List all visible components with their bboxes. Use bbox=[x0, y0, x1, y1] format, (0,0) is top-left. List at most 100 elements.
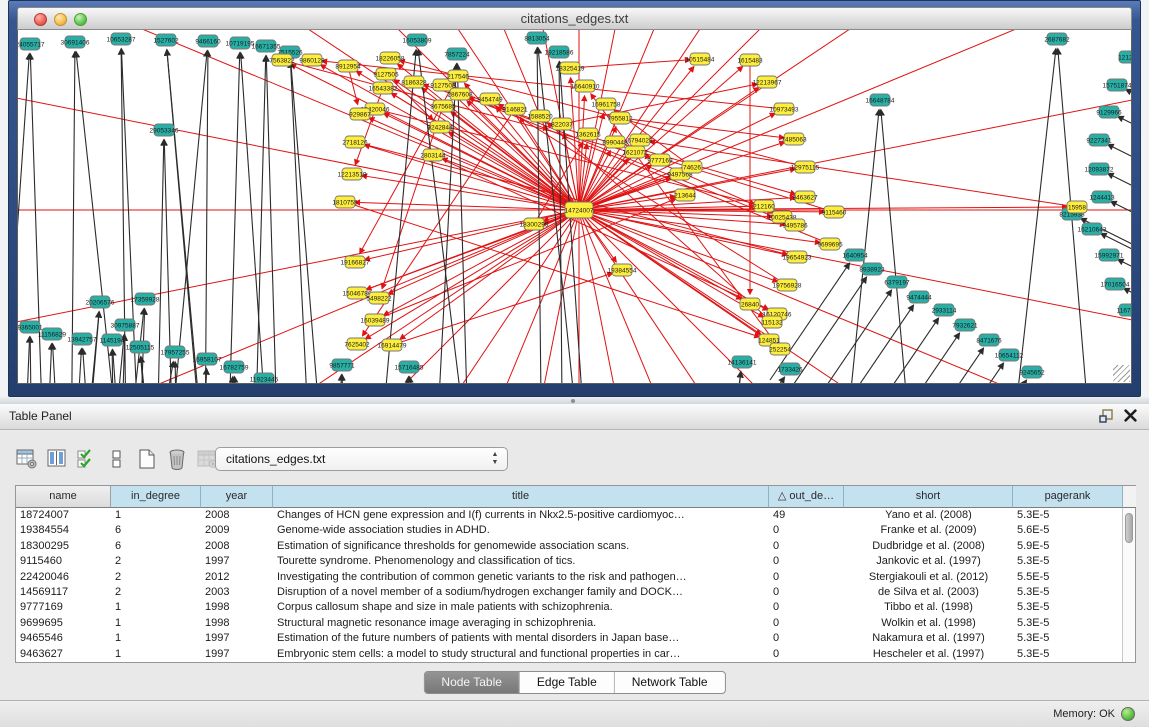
citation-edge[interactable] bbox=[579, 210, 1132, 384]
graph-node[interactable]: 15751874 bbox=[1103, 79, 1132, 91]
citation-edge[interactable] bbox=[579, 210, 1132, 384]
table-row[interactable]: 1938455462009Genome-wide association stu… bbox=[16, 523, 1122, 538]
graph-node[interactable]: 11923446 bbox=[250, 373, 279, 384]
graph-node[interactable]: 9857771 bbox=[329, 359, 355, 371]
reference-edge[interactable] bbox=[153, 51, 207, 384]
graph-node[interactable]: 9146821 bbox=[502, 103, 528, 115]
graph-node[interactable]: 8454749 bbox=[477, 93, 503, 105]
reference-edge[interactable] bbox=[457, 64, 477, 384]
graph-node[interactable]: 26840 bbox=[740, 298, 760, 310]
reference-edge[interactable] bbox=[75, 349, 81, 384]
reference-edge[interactable] bbox=[342, 375, 345, 384]
graph-node[interactable]: 213644 bbox=[674, 189, 696, 201]
reference-edge[interactable] bbox=[880, 333, 959, 384]
citation-edge[interactable] bbox=[579, 210, 1132, 384]
graph-node[interactable]: 19384554 bbox=[608, 264, 637, 276]
graph-node[interactable]: 10654112 bbox=[995, 349, 1024, 361]
citation-edge[interactable] bbox=[579, 210, 1132, 384]
graph-node[interactable]: 74626 bbox=[682, 161, 702, 173]
reference-edge[interactable] bbox=[235, 377, 245, 384]
graph-node[interactable]: 6794028 bbox=[627, 134, 653, 146]
graph-node[interactable]: 1167533 bbox=[1117, 304, 1132, 316]
graph-node[interactable]: 1810755 bbox=[332, 196, 358, 208]
reference-edge[interactable] bbox=[721, 372, 741, 384]
clear-selection-button[interactable] bbox=[104, 446, 129, 472]
citation-edge[interactable] bbox=[579, 210, 1132, 384]
reference-edge[interactable] bbox=[167, 50, 234, 384]
graph-node[interactable]: 10515484 bbox=[686, 53, 715, 65]
reference-edge[interactable] bbox=[155, 140, 164, 384]
graph-node[interactable]: 18226058 bbox=[376, 52, 405, 64]
graph-node[interactable]: 2687682 bbox=[1044, 33, 1070, 45]
reference-edge[interactable] bbox=[859, 318, 938, 384]
graph-node[interactable]: 7955812 bbox=[607, 112, 633, 124]
delete-trash-button[interactable] bbox=[164, 446, 189, 472]
reference-edge[interactable] bbox=[1111, 201, 1132, 252]
citation-edge[interactable] bbox=[579, 210, 772, 343]
graph-node[interactable]: 30691406 bbox=[61, 36, 90, 48]
graph-node[interactable]: 9115460 bbox=[822, 206, 847, 218]
graph-node[interactable]: 115132 bbox=[761, 316, 783, 328]
network-view-canvas[interactable]: 1472400724055717306914061065328715276029… bbox=[17, 30, 1132, 384]
graph-node[interactable]: 12213519 bbox=[338, 168, 367, 180]
citation-edge[interactable] bbox=[570, 60, 690, 68]
float-panel-button[interactable] bbox=[1097, 408, 1115, 426]
graph-node[interactable]: 822037 bbox=[551, 118, 573, 130]
reference-edge[interactable] bbox=[79, 312, 99, 384]
graph-node[interactable]: 13942757 bbox=[68, 333, 97, 345]
graph-node[interactable]: 17957255 bbox=[161, 346, 190, 358]
table-row[interactable]: 2242004622012Investigating the contribut… bbox=[16, 570, 1122, 585]
graph-node[interactable]: 30975887 bbox=[111, 319, 140, 331]
citation-network-graph[interactable]: 1472400724055717306914061065328715276029… bbox=[18, 30, 1132, 384]
reference-edge[interactable] bbox=[18, 54, 29, 384]
table-selector-combobox[interactable]: citations_edges.txt ▲▼ bbox=[215, 447, 508, 471]
graph-node[interactable]: 1145194 bbox=[100, 334, 125, 346]
reference-edge[interactable] bbox=[222, 53, 240, 384]
reference-edge[interactable] bbox=[167, 50, 228, 384]
graph-node[interactable]: 9466160 bbox=[195, 35, 221, 47]
graph-node[interactable]: 7932621 bbox=[952, 319, 978, 331]
reference-edge[interactable] bbox=[559, 62, 565, 384]
reference-edge[interactable] bbox=[812, 290, 891, 384]
graph-node[interactable]: 11156829 bbox=[38, 328, 66, 340]
graph-node[interactable]: 20206576 bbox=[86, 296, 115, 308]
graph-node[interactable]: 9227341 bbox=[1086, 134, 1112, 146]
column-header-short[interactable]: short bbox=[844, 486, 1013, 508]
table-row[interactable]: 1872400712008Changes of HCN gene express… bbox=[16, 508, 1122, 523]
citation-edge[interactable] bbox=[366, 210, 579, 339]
table-row[interactable]: 1830029562008Estimation of significance … bbox=[16, 539, 1122, 554]
graph-node[interactable]: 1733426 bbox=[777, 363, 803, 375]
graph-node[interactable]: 15958 bbox=[1067, 201, 1087, 213]
reference-edge[interactable] bbox=[904, 348, 983, 384]
graph-node[interactable]: 15716485 bbox=[395, 361, 424, 373]
graph-node[interactable]: 9777169 bbox=[647, 154, 673, 166]
graph-node[interactable]: 14136141 bbox=[728, 356, 757, 368]
graph-node[interactable]: 10719195 bbox=[226, 37, 255, 49]
select-rows-button[interactable] bbox=[74, 446, 99, 472]
close-panel-button[interactable] bbox=[1121, 408, 1139, 426]
graph-node[interactable]: 18300295 bbox=[520, 218, 549, 230]
column-header-year[interactable]: year bbox=[201, 486, 273, 508]
graph-node[interactable]: 7625402 bbox=[344, 338, 370, 350]
graph-node[interactable]: 2933114 bbox=[932, 304, 957, 316]
reference-edge[interactable] bbox=[203, 51, 208, 384]
reference-edge[interactable] bbox=[266, 56, 285, 384]
citation-edge[interactable] bbox=[369, 118, 579, 210]
new-document-button[interactable] bbox=[134, 446, 159, 472]
reference-edge[interactable] bbox=[1118, 116, 1132, 167]
reference-edge[interactable] bbox=[75, 312, 99, 384]
graph-node[interactable]: 929867 bbox=[349, 108, 371, 120]
graph-node[interactable]: 7563822 bbox=[269, 54, 295, 66]
graph-node[interactable]: 9474444 bbox=[906, 291, 932, 303]
graph-node[interactable]: 16648784 bbox=[866, 94, 895, 106]
graph-node[interactable]: 9860128 bbox=[299, 54, 325, 66]
graph-node[interactable]: 7485063 bbox=[781, 133, 807, 145]
tab-network-table[interactable]: Network Table bbox=[614, 672, 725, 693]
citation-edge[interactable] bbox=[579, 210, 763, 317]
graph-node[interactable]: 1640954 bbox=[842, 249, 868, 261]
graph-node[interactable]: 14724007 bbox=[565, 202, 594, 218]
graph-node[interactable]: 16640910 bbox=[571, 80, 600, 92]
table-row[interactable]: 911546021997Tourette syndrome. Phenomeno… bbox=[16, 554, 1122, 569]
combobox-stepper-icon[interactable]: ▲▼ bbox=[489, 451, 501, 468]
graph-node[interactable]: 1362615 bbox=[575, 128, 601, 140]
